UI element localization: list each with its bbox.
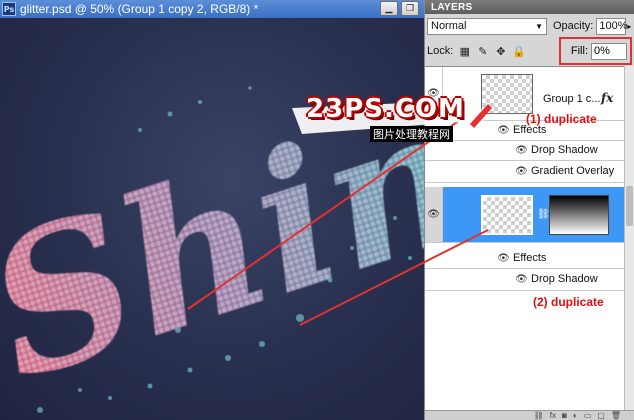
eye-icon[interactable]: 👁 (515, 145, 528, 156)
fill-label: Fill: (570, 45, 588, 57)
add-style-icon[interactable]: fx (550, 411, 556, 420)
trash-icon[interactable]: 🗑 (611, 411, 621, 420)
effect-row-drop-shadow[interactable]: 👁 Drop Shadow (425, 269, 625, 291)
effects-label: Effects (513, 252, 547, 264)
lock-label: Lock: (427, 45, 454, 57)
opacity-slider-arrow-icon[interactable]: ▸ (627, 22, 631, 31)
document-titlebar[interactable]: Ps glitter.psd @ 50% (Group 1 copy 2, RG… (0, 0, 424, 18)
lock-all-icon[interactable]: 🔒 (512, 45, 526, 58)
photoshop-icon: Ps (2, 2, 16, 16)
link-icon[interactable]: ⛓ (537, 209, 550, 220)
fx-icon[interactable]: fx (601, 91, 613, 105)
annotation-note-1: (1) duplicate (526, 112, 597, 126)
watermark-subtitle: 图片处理教程网 (370, 126, 453, 142)
lock-position-icon[interactable]: ✥ (494, 45, 507, 58)
glitter-artwork: Shin Shin (0, 61, 424, 420)
panel-tabbar: LAYERS (425, 0, 634, 14)
effect-row-gradient-overlay[interactable]: 👁 Gradient Overlay (425, 161, 625, 183)
canvas[interactable]: Shin Shin (0, 18, 424, 420)
layer-row-selected[interactable]: 👁 ⛓ (425, 187, 625, 243)
fill-input[interactable]: 0% (591, 42, 627, 60)
panel-bottom-toolbar: ⛓ fx ◙ ◐ ▭ ▢ 🗑 (425, 410, 634, 420)
restore-button[interactable]: ❐ (401, 1, 419, 16)
minimize-button[interactable]: ▁ (380, 1, 398, 16)
eye-icon[interactable]: 👁 (497, 253, 510, 264)
document-window: Ps glitter.psd @ 50% (Group 1 copy 2, RG… (0, 0, 424, 420)
tab-layers[interactable]: LAYERS (425, 2, 478, 13)
blend-options-row: Normal ▼ Opacity: 100% ▸ (427, 16, 633, 36)
lock-pixels-icon[interactable]: ✎ (476, 45, 489, 58)
eye-icon[interactable]: 👁 (497, 125, 510, 136)
chevron-down-icon: ▼ (535, 21, 543, 31)
adjustment-layer-icon[interactable]: ◐ (573, 411, 578, 420)
visibility-toggle[interactable]: 👁 (425, 187, 443, 242)
eye-icon: 👁 (427, 209, 440, 220)
new-layer-icon[interactable]: ▢ (597, 411, 605, 420)
scrollbar-thumb[interactable] (626, 186, 633, 226)
effect-label: Drop Shadow (531, 144, 598, 156)
effect-label: Drop Shadow (531, 273, 598, 285)
layer-name[interactable]: Group 1 c... (543, 93, 600, 105)
new-group-icon[interactable]: ▭ (584, 411, 592, 420)
blend-mode-value: Normal (431, 20, 467, 32)
opacity-label: Opacity: (553, 20, 594, 32)
document-title: glitter.psd @ 50% (Group 1 copy 2, RGB/8… (20, 2, 259, 16)
annotation-note-2: (2) duplicate (533, 295, 604, 309)
opacity-input[interactable]: 100% (596, 17, 628, 35)
lock-transparency-icon[interactable]: ▦ (458, 45, 471, 58)
eye-icon[interactable]: 👁 (515, 166, 528, 177)
blend-mode-select[interactable]: Normal ▼ (427, 17, 547, 35)
effects-row[interactable]: 👁 Effects (425, 249, 625, 269)
link-layers-icon[interactable]: ⛓ (534, 411, 544, 420)
watermark-logo: 23PS.COM (306, 94, 465, 124)
layers-panel: LAYERS Normal ▼ Opacity: 100% ▸ Lock: ▦ … (424, 0, 634, 420)
add-mask-icon[interactable]: ◙ (562, 411, 567, 420)
layer-thumbnail (481, 195, 533, 235)
layer-mask-thumbnail[interactable] (549, 195, 609, 235)
watermark: 23PS.COM 图片处理教程网 (290, 94, 495, 146)
layers-scrollbar[interactable] (624, 66, 634, 410)
eye-icon[interactable]: 👁 (515, 274, 528, 285)
photoshop-workspace: Ps glitter.psd @ 50% (Group 1 copy 2, RG… (0, 0, 634, 420)
effect-label: Gradient Overlay (531, 165, 615, 177)
fill-highlight-box: Fill: 0% (559, 37, 632, 65)
